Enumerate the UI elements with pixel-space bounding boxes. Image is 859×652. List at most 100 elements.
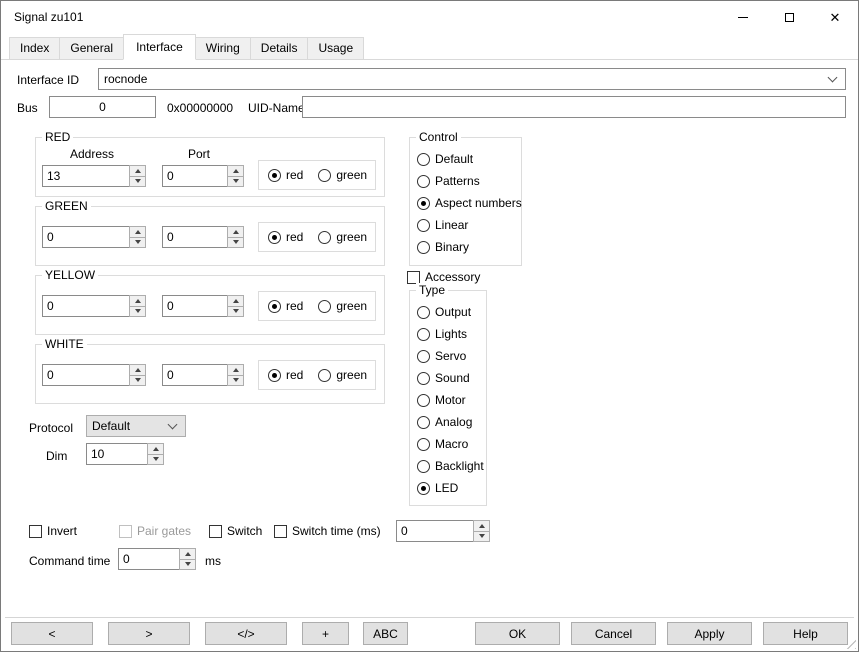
tab-usage[interactable]: Usage	[307, 37, 364, 60]
bus-input[interactable]	[49, 96, 156, 118]
radio-label: Linear	[435, 218, 468, 232]
white-port-spinner[interactable]	[227, 364, 244, 386]
command-time-spinner[interactable]	[179, 548, 196, 570]
tab-details[interactable]: Details	[250, 37, 309, 60]
address-column-header: Address	[70, 147, 114, 161]
dim-spinner[interactable]	[147, 443, 164, 465]
type-led-radio[interactable]: LED	[417, 477, 484, 499]
yellow-address-spinner[interactable]	[129, 295, 146, 317]
pair-gates-checkbox: Pair gates	[119, 524, 191, 538]
minimize-button[interactable]	[720, 1, 766, 33]
code-button[interactable]: </>	[205, 622, 287, 645]
yellow-gate-green-radio[interactable]: green	[318, 299, 367, 313]
type-sound-radio[interactable]: Sound	[417, 367, 484, 389]
type-analog-radio[interactable]: Analog	[417, 411, 484, 433]
white-gate-red-radio[interactable]: red	[268, 368, 303, 382]
radio-label: Patterns	[435, 174, 480, 188]
yellow-gate-red-radio[interactable]: red	[268, 299, 303, 313]
command-time-label: Command time	[29, 554, 110, 568]
type-motor-radio[interactable]: Motor	[417, 389, 484, 411]
green-port-input[interactable]	[162, 226, 228, 248]
green-gate-red-radio[interactable]: red	[268, 230, 303, 244]
prev-button[interactable]: <	[11, 622, 93, 645]
red-address-spinner[interactable]	[129, 165, 146, 187]
maximize-button[interactable]	[766, 1, 812, 33]
red-port-spinner[interactable]	[227, 165, 244, 187]
control-linear-radio[interactable]: Linear	[417, 214, 522, 236]
switch-checkbox[interactable]: Switch	[209, 524, 262, 538]
tab-index[interactable]: Index	[9, 37, 60, 60]
tab-general[interactable]: General	[59, 37, 124, 60]
green-gate-green-radio[interactable]: green	[318, 230, 367, 244]
help-button[interactable]: Help	[763, 622, 848, 645]
switch-time-spinner[interactable]	[473, 520, 490, 542]
white-port-input[interactable]	[162, 364, 228, 386]
radio-label: Analog	[435, 415, 472, 429]
cancel-button[interactable]: Cancel	[571, 622, 656, 645]
green-address-spinner[interactable]	[129, 226, 146, 248]
yellow-address-input[interactable]	[42, 295, 130, 317]
red-port-input[interactable]	[162, 165, 228, 187]
close-button[interactable]: ✕	[812, 1, 858, 33]
radio-label: Servo	[435, 349, 466, 363]
command-time-input[interactable]	[118, 548, 180, 570]
radio-label: Motor	[435, 393, 466, 407]
radio-label: Output	[435, 305, 471, 319]
control-group-label: Control	[416, 130, 461, 144]
tab-interface[interactable]: Interface	[123, 34, 196, 60]
interface-id-label: Interface ID	[17, 73, 79, 87]
control-default-radio[interactable]: Default	[417, 148, 522, 170]
checkbox-label: Switch	[227, 524, 262, 538]
interface-id-combobox[interactable]: rocnode	[98, 68, 846, 90]
radio-label: green	[336, 168, 367, 182]
type-output-radio[interactable]: Output	[417, 301, 484, 323]
type-group-label: Type	[416, 283, 448, 297]
green-group-label: GREEN	[42, 199, 91, 213]
control-patterns-radio[interactable]: Patterns	[417, 170, 522, 192]
next-button[interactable]: >	[108, 622, 190, 645]
yellow-port-spinner[interactable]	[227, 295, 244, 317]
radio-icon	[417, 482, 430, 495]
title-bar[interactable]: Signal zu101 ✕	[1, 1, 858, 33]
add-button[interactable]: +	[302, 622, 349, 645]
type-backlight-radio[interactable]: Backlight	[417, 455, 484, 477]
green-address-input[interactable]	[42, 226, 130, 248]
checkbox-icon	[407, 271, 420, 284]
yellow-group: YELLOW red green	[35, 275, 385, 335]
type-servo-radio[interactable]: Servo	[417, 345, 484, 367]
resize-grip-icon[interactable]	[843, 636, 856, 649]
ok-button[interactable]: OK	[475, 622, 560, 645]
radio-label: green	[336, 230, 367, 244]
accessory-checkbox[interactable]: Accessory	[407, 270, 480, 284]
white-group: WHITE red green	[35, 344, 385, 404]
abc-button[interactable]: ABC	[363, 622, 408, 645]
radio-icon	[268, 300, 281, 313]
radio-label: red	[286, 299, 303, 313]
uid-name-input[interactable]	[302, 96, 846, 118]
white-address-spinner[interactable]	[129, 364, 146, 386]
uid-name-label: UID-Name	[248, 101, 305, 115]
type-macro-radio[interactable]: Macro	[417, 433, 484, 455]
control-binary-radio[interactable]: Binary	[417, 236, 522, 258]
type-lights-radio[interactable]: Lights	[417, 323, 484, 345]
protocol-combobox[interactable]: Default	[86, 415, 186, 437]
red-address-input[interactable]	[42, 165, 130, 187]
radio-label: Sound	[435, 371, 470, 385]
switch-time-checkbox[interactable]: Switch time (ms)	[274, 524, 381, 538]
tab-wiring[interactable]: Wiring	[195, 37, 251, 60]
dim-input[interactable]	[86, 443, 148, 465]
red-gate-red-radio[interactable]: red	[268, 168, 303, 182]
control-group: Control Default Patterns Aspect numbers …	[409, 137, 522, 266]
white-address-input[interactable]	[42, 364, 130, 386]
switch-time-input[interactable]	[396, 520, 474, 542]
radio-label: red	[286, 230, 303, 244]
control-aspect-numbers-radio[interactable]: Aspect numbers	[417, 192, 522, 214]
radio-label: red	[286, 368, 303, 382]
invert-checkbox[interactable]: Invert	[29, 524, 77, 538]
green-port-spinner[interactable]	[227, 226, 244, 248]
apply-button[interactable]: Apply	[667, 622, 752, 645]
yellow-port-input[interactable]	[162, 295, 228, 317]
white-gate-green-radio[interactable]: green	[318, 368, 367, 382]
red-gate-green-radio[interactable]: green	[318, 168, 367, 182]
radio-label: green	[336, 299, 367, 313]
